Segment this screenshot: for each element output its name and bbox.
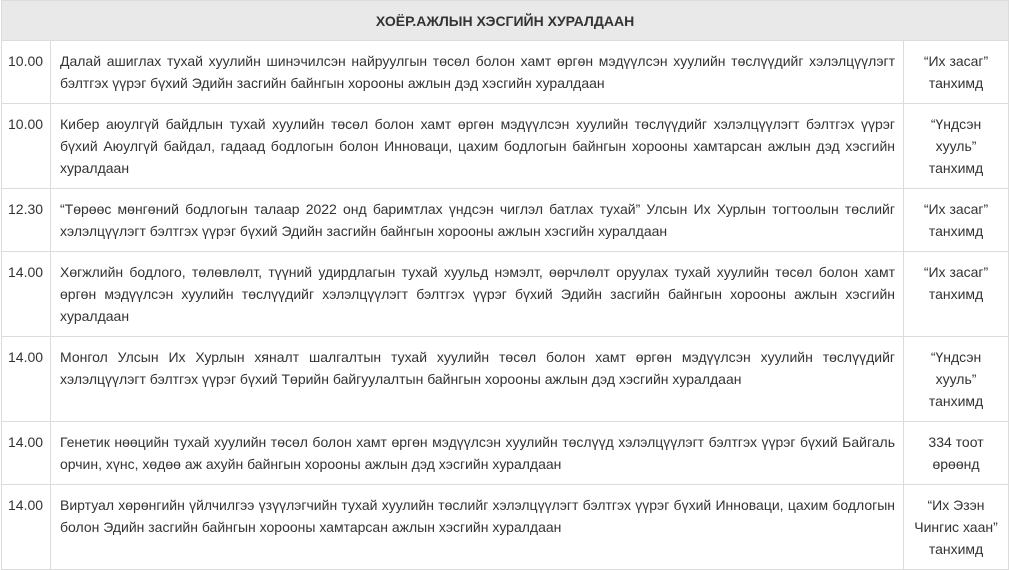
meeting-schedule-table: ХОЁР.АЖЛЫН ХЭСГИЙН ХУРАЛДААН 10.00 Далай … <box>0 0 1009 570</box>
meeting-location: “Их засаг” танхимд <box>902 188 1009 252</box>
meeting-time: 14.00 <box>1 421 51 485</box>
schedule-body: ХОЁР.АЖЛЫН ХЭСГИЙН ХУРАЛДААН 10.00 Далай … <box>0 0 1009 570</box>
meeting-time: 10.00 <box>1 40 51 104</box>
meeting-location-line: танхимд <box>928 75 984 91</box>
meeting-location-line: 334 тоот <box>928 434 984 450</box>
meeting-time: 14.00 <box>1 336 51 422</box>
meeting-time: 12.30 <box>1 188 51 252</box>
schedule-row: 14.00 Монгол Улсын Их Хурлын хяналт шалга… <box>1 336 1009 422</box>
meeting-location: “Их засаг” танхимд <box>902 40 1009 104</box>
meeting-location-line: танхимд <box>928 223 984 239</box>
meeting-location-line: “Үндсэн <box>930 349 982 365</box>
meeting-time: 14.00 <box>1 251 51 337</box>
section-header-row: ХОЁР.АЖЛЫН ХЭСГИЙН ХУРАЛДААН <box>0 0 1009 41</box>
section-title: ХОЁР.АЖЛЫН ХЭСГИЙН ХУРАЛДААН <box>0 0 1009 41</box>
meeting-description: Генетик нөөцийн тухай хуулийн төсөл боло… <box>50 421 904 485</box>
meeting-location-line: “Их засаг” <box>923 53 989 69</box>
meeting-location: “Үндсэн хууль” танхимд <box>902 336 1009 422</box>
meeting-time: 10.00 <box>1 103 51 189</box>
schedule-row: 14.00 Хөгжлийн бодлого, төлөвлөлт, түүний… <box>1 251 1009 337</box>
meeting-location-line: хууль” <box>935 371 977 387</box>
meeting-location-line: “Их Эзэн <box>927 497 985 513</box>
meeting-description: Кибер аюулгүй байдлын тухай хуулийн төсө… <box>50 103 904 189</box>
meeting-location-line: өрөөнд <box>932 456 980 472</box>
meeting-location-line: “Их засаг” <box>923 201 989 217</box>
meeting-location: 334 тоот өрөөнд <box>902 421 1009 485</box>
schedule-row: 10.00 Далай ашиглах тухай хуулийн шинэчил… <box>1 40 1009 104</box>
schedule-row: 14.00 Генетик нөөцийн тухай хуулийн төсөл… <box>1 421 1009 485</box>
meeting-location-line: “Их засаг” <box>923 264 989 280</box>
meeting-description: “Төрөөс мөнгөний бодлогын талаар 2022 он… <box>50 188 904 252</box>
schedule-row: 10.00 Кибер аюулгүй байдлын тухай хуулийн… <box>1 103 1009 189</box>
meeting-location: “Үндсэн хууль” танхимд <box>902 103 1009 189</box>
meeting-description: Далай ашиглах тухай хуулийн шинэчилсэн н… <box>50 40 904 104</box>
meeting-location-line: “Үндсэн <box>930 116 982 132</box>
meeting-location-line: хууль” <box>935 138 977 154</box>
meeting-location-line: танхимд <box>928 393 984 409</box>
meeting-location-line: Чингис хаан” <box>914 519 998 535</box>
meeting-location-line: танхимд <box>928 286 984 302</box>
meeting-description: Монгол Улсын Их Хурлын хяналт шалгалтын … <box>50 336 904 422</box>
meeting-description: Хөгжлийн бодлого, төлөвлөлт, түүний удир… <box>50 251 904 337</box>
schedule-row: 12.30 “Төрөөс мөнгөний бодлогын талаар 20… <box>1 188 1009 252</box>
meeting-location-line: танхимд <box>928 160 984 176</box>
meeting-location: “Их засаг” танхимд <box>902 251 1009 337</box>
